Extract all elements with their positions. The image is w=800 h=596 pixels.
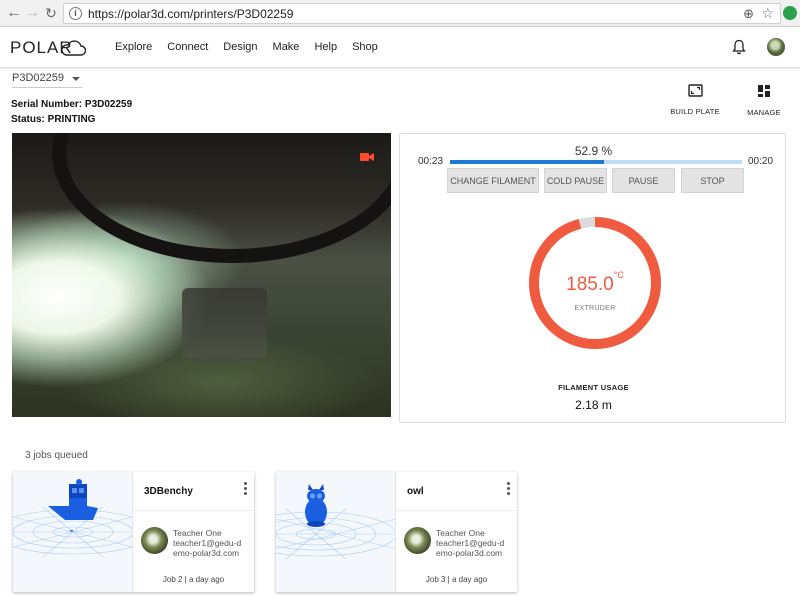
cloud-logo-icon <box>61 40 86 56</box>
filament-usage-label: FILAMENT USAGE <box>558 383 629 392</box>
nav-help[interactable]: Help <box>314 41 337 53</box>
printer-frame-shape <box>52 133 391 263</box>
owner-email-line2: emo-polar3d.com <box>173 548 240 558</box>
owner-avatar <box>141 527 168 554</box>
owl-preview-icon <box>276 484 395 560</box>
temperature-value: 185.0 <box>566 274 614 295</box>
remaining-time: 00:20 <box>748 156 774 167</box>
benchy-preview-icon <box>13 479 132 558</box>
manage-button[interactable]: MANAGE <box>736 84 792 117</box>
job-name: 3DBenchy <box>144 486 193 497</box>
elapsed-time: 00:23 <box>418 156 444 167</box>
reload-icon[interactable]: ↻ <box>43 4 59 22</box>
filament-usage-value: 2.18 m <box>575 398 612 412</box>
more-options-icon[interactable] <box>507 482 511 497</box>
extruder-label: EXTRUDER <box>574 305 616 312</box>
stop-button[interactable]: STOP <box>681 168 744 193</box>
serial-number: Serial Number: P3D02259 <box>11 99 133 110</box>
manage-icon <box>758 85 770 97</box>
owner-email-line1: teacher1@gedu-d <box>436 538 505 548</box>
build-plate-button[interactable]: BUILD PLATE <box>667 84 723 116</box>
video-camera-icon[interactable] <box>360 152 374 162</box>
build-plate-label: BUILD PLATE <box>670 107 720 116</box>
site-info-icon[interactable]: i <box>69 7 82 20</box>
nav-design[interactable]: Design <box>223 41 257 53</box>
cold-pause-button[interactable]: COLD PAUSE <box>544 168 607 193</box>
progress-percent: 52.9 % <box>574 144 613 158</box>
job-meta: Job 2 | a day ago <box>162 575 225 584</box>
url-text[interactable]: https://polar3d.com/printers/P3D02259 <box>88 7 293 21</box>
chevron-down-icon <box>72 77 80 81</box>
change-filament-button[interactable]: CHANGE FILAMENT <box>447 168 539 193</box>
printer-select-value: P3D02259 <box>12 72 64 84</box>
pause-button[interactable]: PAUSE <box>612 168 675 193</box>
job-thumbnail[interactable] <box>276 472 396 592</box>
progress-bar-fill <box>450 160 605 164</box>
owner-email-line1: teacher1@gedu-d <box>173 538 242 548</box>
job-thumbnail[interactable] <box>13 472 133 592</box>
bookmark-star-icon[interactable]: ☆ <box>761 5 774 22</box>
main-nav: Explore Connect Design Make Help Shop <box>115 41 393 53</box>
more-options-icon[interactable] <box>244 482 248 497</box>
divider <box>396 510 517 511</box>
address-bar[interactable]: i https://polar3d.com/printers/P3D02259 … <box>63 3 781 24</box>
divider <box>133 510 254 511</box>
user-avatar[interactable] <box>767 38 785 56</box>
printer-select[interactable]: P3D02259 <box>12 72 82 88</box>
app-header: POLAR Explore Connect Design Make Help S… <box>0 28 800 68</box>
notification-bell-icon[interactable] <box>732 39 746 55</box>
nav-explore[interactable]: Explore <box>115 41 152 53</box>
job-meta: Job 3 | a day ago <box>425 575 488 584</box>
job-card[interactable]: 3DBenchy Teacher One teacher1@gedu-d emo… <box>13 472 254 592</box>
owner-name: Teacher One <box>436 528 485 538</box>
nav-shop[interactable]: Shop <box>352 41 378 53</box>
print-status-panel: 52.9 % 00:23 00:20 CHANGE FILAMENT COLD … <box>399 133 786 423</box>
print-head-shape <box>182 288 267 358</box>
queue-count: 3 jobs queued <box>25 450 88 461</box>
owner-avatar <box>404 527 431 554</box>
build-plate-icon <box>687 84 703 97</box>
temperature-unit: °C <box>613 270 624 280</box>
printer-status: Status: PRINTING <box>11 114 96 125</box>
nav-make[interactable]: Make <box>273 41 300 53</box>
webcam-feed[interactable] <box>12 133 391 417</box>
job-owner: Teacher One teacher1@gedu-d emo-polar3d.… <box>173 528 241 558</box>
nav-connect[interactable]: Connect <box>167 41 208 53</box>
owner-name: Teacher One <box>173 528 222 538</box>
back-icon[interactable]: ← <box>6 4 22 22</box>
job-name: owl <box>407 486 424 497</box>
progress-bar <box>450 160 742 164</box>
zoom-icon[interactable]: ⊕ <box>743 6 754 22</box>
job-owner: Teacher One teacher1@gedu-d emo-polar3d.… <box>436 528 504 558</box>
owner-email-line2: emo-polar3d.com <box>436 548 503 558</box>
forward-icon[interactable]: → <box>24 4 40 22</box>
extension-icon[interactable] <box>783 6 797 20</box>
extruder-temperature: 185.0°C <box>527 270 663 296</box>
manage-label: MANAGE <box>747 108 781 117</box>
job-card[interactable]: owl Teacher One teacher1@gedu-d emo-pola… <box>276 472 517 592</box>
browser-toolbar: ← → ↻ i https://polar3d.com/printers/P3D… <box>0 0 800 27</box>
